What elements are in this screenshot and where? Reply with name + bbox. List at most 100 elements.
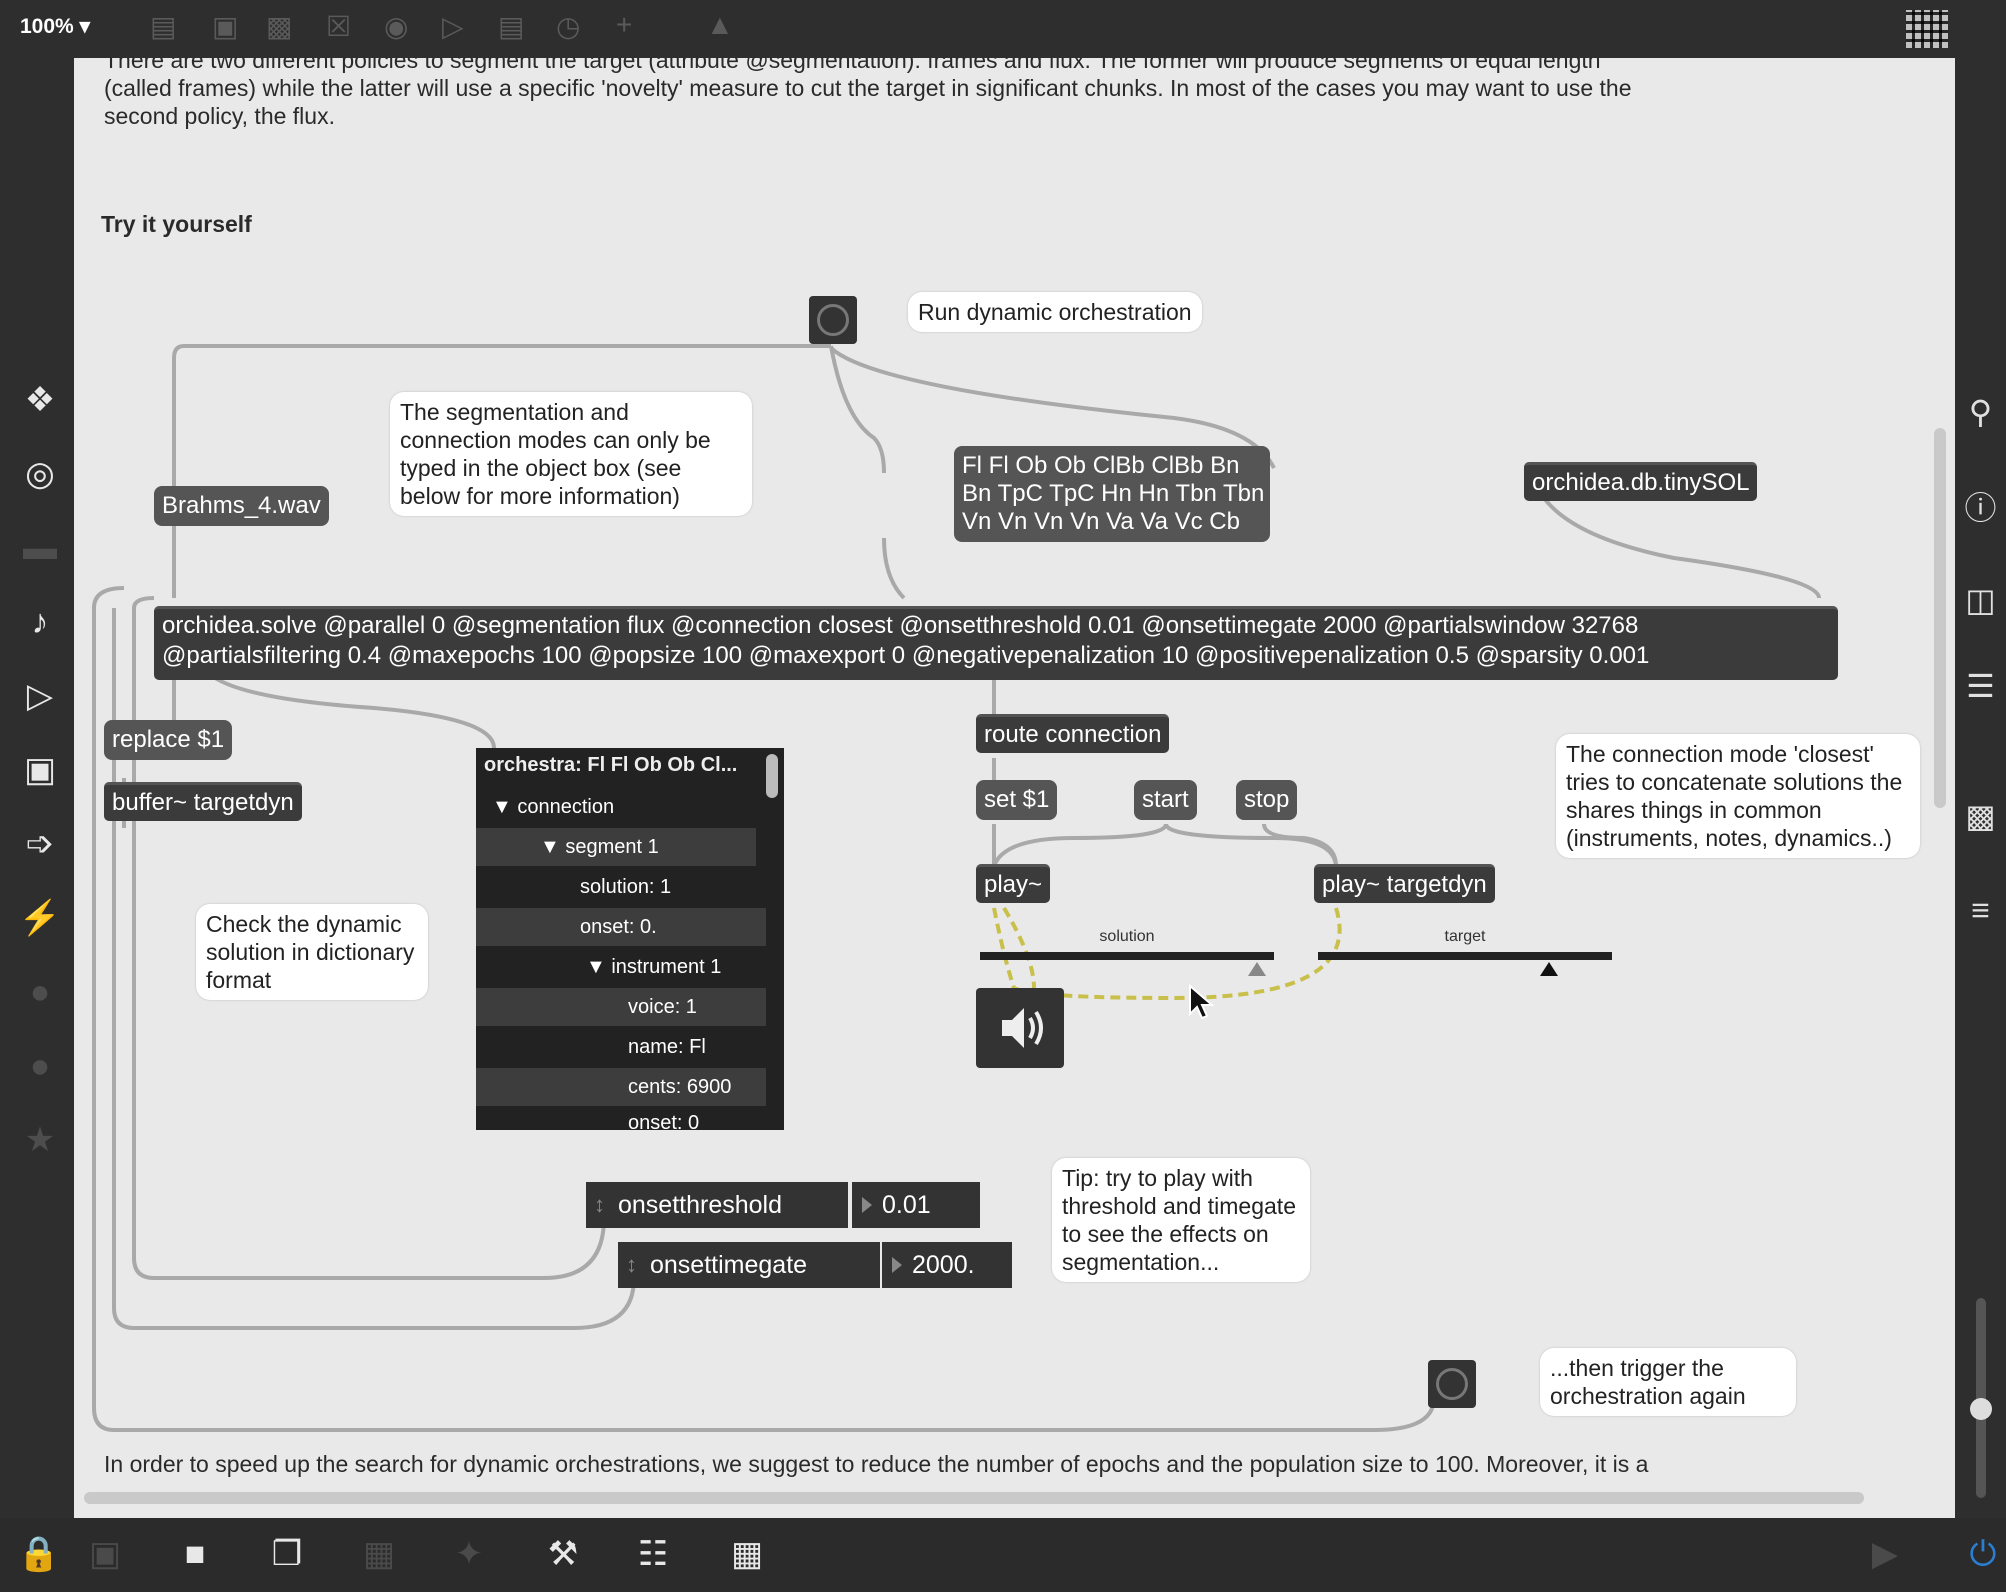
target-marker[interactable] [1540, 962, 1558, 976]
grid-icon[interactable] [1906, 10, 1948, 48]
piano-icon[interactable]: ☷ [628, 1534, 678, 1574]
vertical-scrollbar[interactable] [1934, 428, 1946, 808]
paint-bucket-icon[interactable]: ▲ [706, 10, 734, 40]
list-icon[interactable]: ☰ [1955, 666, 2006, 706]
check-dynamic-comment: Check the dynamic solution in dictionary… [196, 904, 428, 1000]
p-circle-icon[interactable]: ● [10, 972, 70, 1012]
replace-message[interactable]: replace $1 [104, 720, 233, 760]
horizontal-scrollbar[interactable] [84, 1492, 1864, 1504]
dict-row[interactable]: onset: 0. [476, 908, 766, 946]
cord-stop-to-players [1262, 823, 1338, 867]
presentation-icon[interactable]: ▣ [80, 1534, 130, 1574]
audio-output-button[interactable] [976, 988, 1064, 1068]
comment-icon[interactable]: ▩ [266, 12, 292, 42]
onsettimegate-attr[interactable]: onsettimegate [618, 1242, 880, 1288]
cord-solve-to-dict [202, 666, 496, 749]
dict-row[interactable]: name: Fl [476, 1028, 766, 1066]
b-circle-icon[interactable]: ● [10, 1046, 70, 1086]
retrigger-bang-button[interactable] [1428, 1360, 1476, 1408]
buffer-object[interactable]: buffer~ targetdyn [104, 782, 302, 821]
slider-knob[interactable] [1970, 1398, 1992, 1420]
dict-row[interactable]: ▼ instrument 1 [476, 948, 766, 986]
dict-row[interactable]: voice: 1 [476, 988, 766, 1026]
footer-text: In order to speed up the search for dyna… [104, 1451, 1649, 1477]
patcher-canvas[interactable]: There are two different policies to segm… [74, 58, 1955, 1518]
set-message[interactable]: set $1 [976, 780, 1058, 820]
grid-icon[interactable]: ▦ [354, 1534, 404, 1574]
power-icon[interactable]: ⏻ [1958, 1534, 2006, 1574]
lock-icon[interactable]: 🔒 [14, 1534, 64, 1574]
solution-label: solution [1099, 928, 1155, 945]
dict-row[interactable]: cents: 6900 [476, 1068, 766, 1106]
paperclip-icon[interactable]: ➩ [10, 824, 70, 864]
star-icon[interactable]: ★ [10, 1120, 70, 1160]
brahms-message[interactable]: Brahms_4.wav [154, 486, 329, 526]
target-icon[interactable]: ◎ [10, 454, 70, 494]
play-object-icon[interactable]: ▷ [442, 12, 464, 42]
orchestra-line-3: Vn Vn Vn Vn Va Va Vc Cb [962, 508, 1240, 535]
windows-icon[interactable]: ❐ [262, 1534, 312, 1574]
play-object[interactable]: play~ [976, 864, 1051, 903]
step-forward-icon[interactable]: ▷ [10, 676, 70, 716]
dict-row[interactable]: onset: 0 [476, 1108, 766, 1130]
cord-orchestra-to-solve [882, 537, 906, 600]
new-object-icon[interactable]: ▤ [150, 12, 176, 42]
db-object[interactable]: orchidea.db.tinySOL [1524, 462, 1758, 501]
camera-icon[interactable]: ▩ [1955, 796, 2006, 836]
cord-start-to-players [992, 823, 1338, 867]
onsettimegate-number[interactable]: 2000. [882, 1242, 1012, 1288]
top-toolbar: 100% ▾ ▤ ▣ ▩ ☒ ◉ ▷ ▤ ◷ + ▲ [0, 0, 2006, 58]
add-icon[interactable]: + [616, 10, 632, 40]
play-target-object[interactable]: play~ targetdyn [1314, 864, 1495, 903]
panel-icon[interactable]: ▬ [10, 528, 70, 568]
run-comment: Run dynamic orchestration [908, 292, 1202, 332]
mixer-icon[interactable]: ≡ [1955, 890, 2006, 930]
dictionary-view[interactable]: orchestra: Fl Fl Ob Ob Cl... ▼ connectio… [476, 748, 784, 1130]
intro-text-line-2: second policy, the flux. [104, 103, 335, 129]
orchestra-line-2: Bn TpC TpC Hn Hn Tbn Tbn [962, 480, 1265, 507]
panel-icon[interactable]: ▤ [498, 12, 524, 42]
dial-icon[interactable]: ◷ [556, 12, 580, 42]
new-message-icon[interactable]: ▣ [212, 12, 238, 42]
dict-header: orchestra: Fl Fl Ob Ob Cl... [484, 754, 738, 776]
zoom-dropdown[interactable]: 100% ▾ [20, 14, 90, 39]
target-waveform[interactable]: target [1318, 928, 1612, 978]
target-label: target [1444, 928, 1486, 945]
toggle-icon[interactable]: ☒ [326, 12, 351, 42]
onsetthreshold-number[interactable]: 0.01 [852, 1182, 980, 1228]
onsetthreshold-attr[interactable]: onsetthreshold [586, 1182, 848, 1228]
tip-comment: Tip: try to play with threshold and time… [1052, 1158, 1310, 1282]
dict-row[interactable]: ▼ segment 1 [476, 828, 756, 866]
plug-icon[interactable]: ⚡ [10, 898, 70, 938]
route-object[interactable]: route connection [976, 714, 1170, 753]
play-circle-icon[interactable]: ▶ [1860, 1534, 1910, 1574]
solve-object[interactable]: orchidea.solve @parallel 0 @segmentation… [154, 606, 1838, 680]
keyboard-icon[interactable]: ▦ [722, 1534, 772, 1574]
bottom-toolbar: 🔒 ▣ ■ ❐ ▦ ✦ ⚒ ☷ ▦ ▶ ⏻ [0, 1518, 2006, 1592]
stop-message[interactable]: stop [1236, 780, 1298, 820]
speaker-icon [1002, 1008, 1043, 1048]
target-track [1318, 952, 1612, 960]
vertical-slider[interactable] [1970, 1298, 1992, 1498]
dict-row[interactable]: ▼ connection [476, 788, 782, 826]
intro-text-line-1: (called frames) while the latter will us… [104, 75, 1632, 101]
solve-line-1: orchidea.solve @parallel 0 @segmentation… [162, 612, 1639, 639]
orchestra-message[interactable]: Fl Fl Ob Ob ClBb ClBb Bn Bn TpC TpC Hn H… [954, 446, 1270, 542]
run-bang-button[interactable] [809, 296, 857, 344]
image-icon[interactable]: ▣ [10, 750, 70, 790]
start-message[interactable]: start [1134, 780, 1197, 820]
packages-icon[interactable]: ❖ [10, 380, 70, 420]
book-icon[interactable]: ◫ [1955, 580, 2006, 620]
comment-icon[interactable]: ■ [170, 1534, 220, 1574]
wrench-icon[interactable]: ⚒ [538, 1534, 588, 1574]
solution-waveform[interactable]: solution [980, 928, 1274, 978]
bang-icon[interactable]: ◉ [384, 12, 408, 42]
info-icon[interactable]: ⓘ [1955, 488, 2006, 528]
music-note-icon[interactable]: ♪ [10, 602, 70, 642]
solution-marker[interactable] [1248, 962, 1266, 976]
snap-icon[interactable]: ✦ [444, 1534, 494, 1574]
solution-track [980, 952, 1274, 960]
dict-row[interactable]: solution: 1 [476, 868, 766, 906]
search-icon[interactable]: ⚲ [1955, 392, 2006, 432]
section-heading: Try it yourself [101, 211, 252, 237]
